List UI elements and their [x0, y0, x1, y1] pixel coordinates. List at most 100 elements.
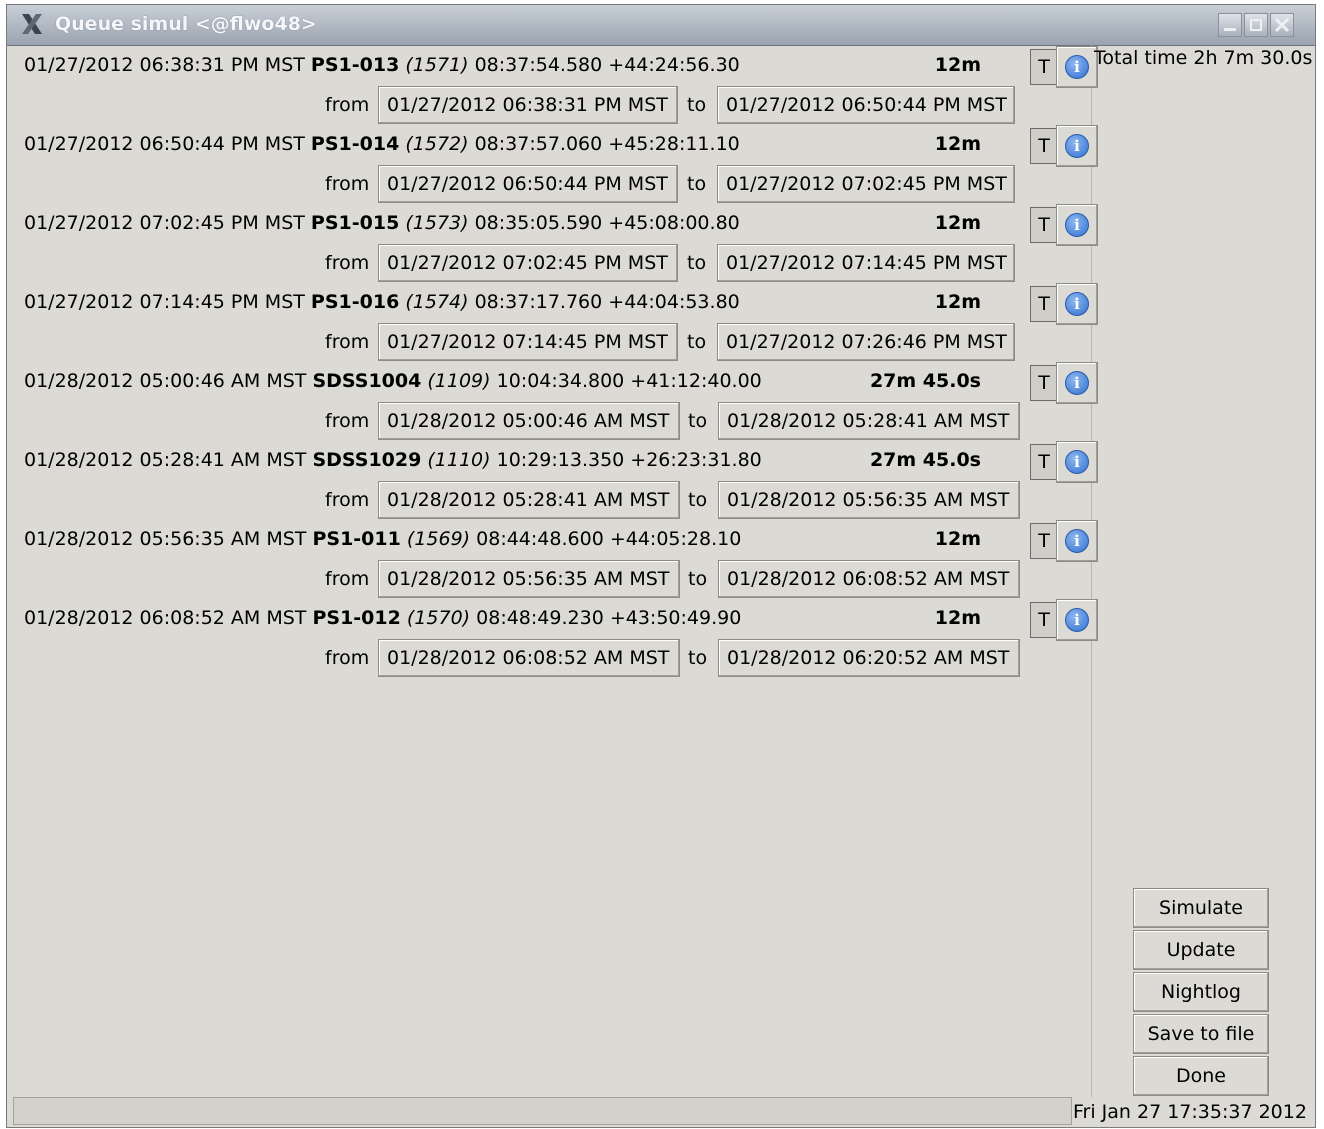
queue-entry-header: 01/28/2012 05:56:35 AM MST PS1-011 (1569…: [15, 520, 1098, 562]
entry-target-id: (1572): [405, 133, 469, 155]
from-time-button[interactable]: 01/27/2012 07:14:45 PM MST: [378, 323, 678, 361]
t-toggle-label: T: [1038, 135, 1050, 157]
simulate-label: Simulate: [1159, 897, 1243, 919]
to-time-button[interactable]: 01/27/2012 07:26:46 PM MST: [717, 323, 1015, 361]
from-time-button[interactable]: 01/27/2012 06:50:44 PM MST: [378, 165, 678, 203]
minimize-button[interactable]: [1218, 13, 1242, 37]
close-button[interactable]: [1270, 13, 1294, 37]
entry-target-id: (1570): [406, 607, 471, 629]
info-icon: i: [1065, 134, 1089, 158]
from-time-button[interactable]: 01/28/2012 05:28:41 AM MST: [378, 481, 680, 519]
entry-target-name: PS1-014: [310, 133, 400, 155]
t-toggle-button[interactable]: T: [1030, 365, 1058, 401]
entry-coordinates: 10:29:13.350 +26:23:31.80: [496, 449, 762, 471]
entry-coordinates: 10:04:34.800 +41:12:40.00: [496, 370, 762, 392]
nightlog-button[interactable]: Nightlog: [1133, 972, 1269, 1012]
t-toggle-label: T: [1038, 609, 1050, 631]
queue-entry-header: 01/28/2012 06:08:52 AM MST PS1-012 (1570…: [15, 599, 1098, 641]
status-clock: Fri Jan 27 17:35:37 2012: [1073, 1101, 1307, 1123]
entry-duration: 12m: [934, 607, 981, 629]
info-button[interactable]: i: [1056, 204, 1098, 246]
queue-entry-header: 01/27/2012 06:50:44 PM MST PS1-014 (1572…: [15, 125, 1098, 167]
entry-target-name: PS1-015: [310, 212, 400, 234]
to-time-button[interactable]: 01/27/2012 06:50:44 PM MST: [717, 86, 1015, 124]
x-app-icon[interactable]: [19, 11, 45, 37]
t-toggle-label: T: [1038, 293, 1050, 315]
queue-entry-range: from 01/28/2012 06:08:52 AM MST to 01/28/20…: [15, 639, 1091, 679]
t-toggle-button[interactable]: T: [1030, 49, 1058, 85]
to-time-button[interactable]: 01/27/2012 07:14:45 PM MST: [717, 244, 1015, 282]
entry-start-time: 01/28/2012 05:28:41 AM MST: [24, 449, 307, 471]
to-time-button[interactable]: 01/28/2012 05:56:35 AM MST: [718, 481, 1020, 519]
entry-duration: 27m 45.0s: [869, 370, 981, 392]
title-bar[interactable]: Queue simul <@flwo48>: [7, 5, 1315, 46]
from-time-button[interactable]: 01/27/2012 07:02:45 PM MST: [378, 244, 678, 282]
save-to-file-button[interactable]: Save to file: [1133, 1014, 1269, 1054]
save-to-file-label: Save to file: [1147, 1023, 1255, 1045]
entry-target-id: (1109): [427, 370, 491, 392]
entry-target-id: (1110): [427, 449, 491, 471]
entry-start-time: 01/27/2012 06:50:44 PM MST: [24, 133, 305, 155]
info-button[interactable]: i: [1056, 441, 1098, 483]
t-toggle-button[interactable]: T: [1030, 602, 1058, 638]
t-toggle-button[interactable]: T: [1030, 286, 1058, 322]
to-label: to: [688, 568, 708, 590]
entry-start-time: 01/27/2012 07:02:45 PM MST: [24, 212, 305, 234]
queue-entry-range: from 01/27/2012 06:38:31 PM MST to 01/27/20…: [15, 86, 1091, 126]
from-label: from: [325, 94, 370, 116]
maximize-button[interactable]: [1244, 13, 1268, 37]
from-label: from: [325, 173, 370, 195]
queue-entry-range: from 01/28/2012 05:28:41 AM MST to 01/28/20…: [15, 481, 1091, 521]
entry-target-id: (1569): [406, 528, 471, 550]
to-label: to: [687, 173, 707, 195]
entry-start-time: 01/28/2012 05:00:46 AM MST: [24, 370, 307, 392]
info-button[interactable]: i: [1056, 520, 1098, 562]
entry-start-time: 01/27/2012 07:14:45 PM MST: [24, 291, 305, 313]
entry-start-time: 01/28/2012 06:08:52 AM MST: [24, 607, 307, 629]
from-time-button[interactable]: 01/28/2012 06:08:52 AM MST: [378, 639, 680, 677]
from-time-button[interactable]: 01/28/2012 05:56:35 AM MST: [378, 560, 680, 598]
info-button[interactable]: i: [1056, 46, 1098, 88]
entry-duration: 27m 45.0s: [869, 449, 981, 471]
entry-duration: 12m: [934, 291, 981, 313]
from-label: from: [325, 331, 370, 353]
t-toggle-label: T: [1038, 530, 1050, 552]
from-label: from: [325, 647, 370, 669]
t-toggle-label: T: [1038, 214, 1050, 236]
entry-duration: 12m: [934, 133, 981, 155]
t-toggle-button[interactable]: T: [1030, 128, 1058, 164]
t-toggle-label: T: [1038, 372, 1050, 394]
entry-coordinates: 08:37:17.760 +44:04:53.80: [474, 291, 740, 313]
info-icon: i: [1065, 608, 1089, 632]
update-button[interactable]: Update: [1133, 930, 1269, 970]
done-button[interactable]: Done: [1133, 1056, 1269, 1096]
info-icon: i: [1065, 371, 1089, 395]
from-label: from: [325, 489, 370, 511]
t-toggle-button[interactable]: T: [1030, 207, 1058, 243]
entry-duration: 12m: [934, 528, 981, 550]
to-time-button[interactable]: 01/28/2012 05:28:41 AM MST: [718, 402, 1020, 440]
from-time-button[interactable]: 01/28/2012 05:00:46 AM MST: [378, 402, 680, 440]
entry-coordinates: 08:44:48.600 +44:05:28.10: [476, 528, 742, 550]
from-label: from: [325, 252, 370, 274]
to-time-button[interactable]: 01/27/2012 07:02:45 PM MST: [717, 165, 1015, 203]
info-button[interactable]: i: [1056, 362, 1098, 404]
info-button[interactable]: i: [1056, 283, 1098, 325]
queue-entry-range: from 01/28/2012 05:56:35 AM MST to 01/28/20…: [15, 560, 1091, 600]
to-label: to: [687, 331, 707, 353]
info-button[interactable]: i: [1056, 599, 1098, 641]
to-time-button[interactable]: 01/28/2012 06:08:52 AM MST: [718, 560, 1020, 598]
total-time: Total time 2h 7m 30.0s: [1094, 47, 1313, 69]
entry-target-name: SDSS1004: [312, 370, 422, 392]
minimize-icon: [1224, 28, 1236, 31]
info-button[interactable]: i: [1056, 125, 1098, 167]
entry-target-id: (1573): [405, 212, 469, 234]
to-time-button[interactable]: 01/28/2012 06:20:52 AM MST: [718, 639, 1020, 677]
done-label: Done: [1176, 1065, 1226, 1087]
simulate-button[interactable]: Simulate: [1133, 888, 1269, 928]
t-toggle-button[interactable]: T: [1030, 444, 1058, 480]
entry-start-time: 01/27/2012 06:38:31 PM MST: [24, 54, 305, 76]
t-toggle-button[interactable]: T: [1030, 523, 1058, 559]
from-time-button[interactable]: 01/27/2012 06:38:31 PM MST: [378, 86, 678, 124]
queue-entry-range: from 01/28/2012 05:00:46 AM MST to 01/28/20…: [15, 402, 1091, 442]
